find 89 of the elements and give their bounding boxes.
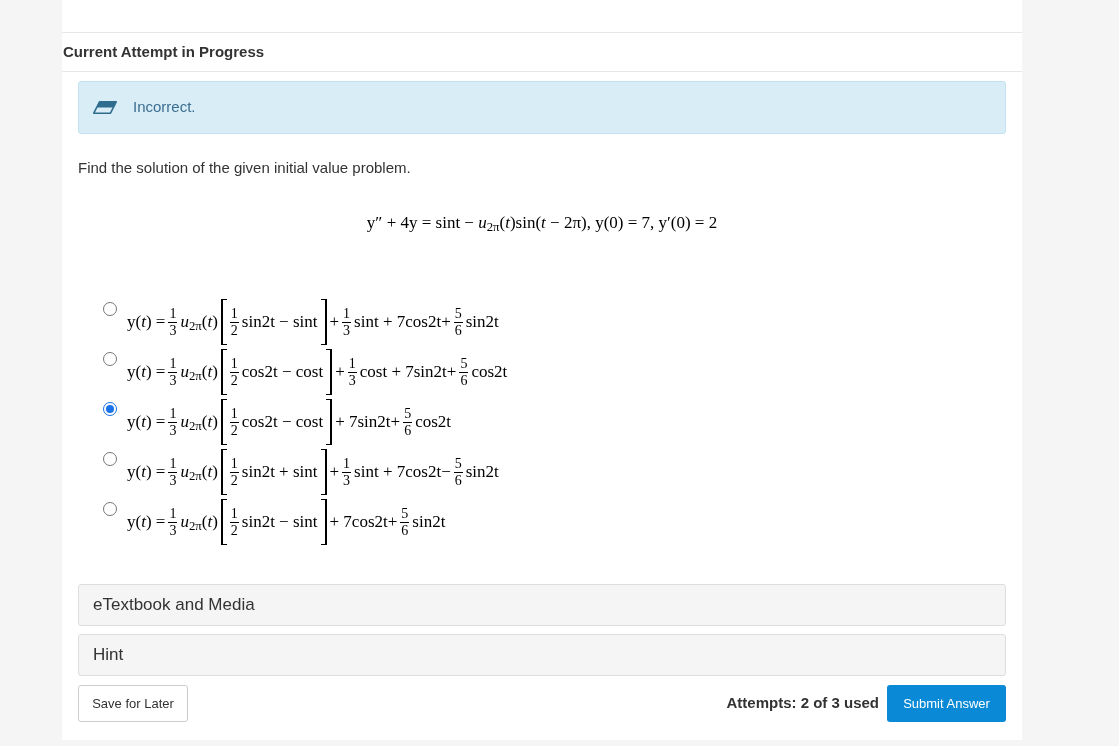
math-term: sin2t + sint: [241, 461, 318, 484]
math-term: cost + 7sin2t+: [359, 361, 457, 384]
attempts-count: Attempts: 2 of 3 used: [726, 693, 879, 714]
fraction-denominator: 3: [343, 322, 351, 338]
fraction-numerator: 1: [229, 406, 239, 423]
fraction-denominator: 2: [230, 422, 238, 438]
math-term: cos2t − cost: [241, 361, 324, 384]
math-term: sint + 7cos2t+: [354, 311, 451, 334]
math-term: sin2t: [412, 511, 446, 534]
fraction-denominator: 3: [169, 422, 177, 438]
math-term: +: [329, 311, 340, 334]
fraction-numerator: 1: [229, 356, 239, 373]
math-term: + 7sin2t+: [335, 411, 401, 434]
fraction-denominator: 6: [454, 322, 462, 338]
math-term: u$_{2π}$(t): [180, 461, 218, 485]
close-bracket-icon: [320, 299, 327, 345]
math-term: sin2t: [465, 461, 499, 484]
fraction-numerator: 1: [168, 456, 178, 473]
math-term: sin2t − sint: [241, 511, 318, 534]
fraction-denominator: 2: [230, 372, 238, 388]
math-term: sin2t: [465, 311, 499, 334]
fraction-numerator: 1: [168, 356, 178, 373]
open-bracket-icon: [220, 299, 227, 345]
fraction-numerator: 1: [168, 306, 178, 323]
fraction-numerator: 1: [347, 356, 357, 373]
fraction-numerator: 1: [229, 306, 239, 323]
open-bracket-icon: [220, 349, 227, 395]
fraction-denominator: 3: [169, 322, 177, 338]
fraction-denominator: 3: [169, 372, 177, 388]
close-bracket-icon: [320, 449, 327, 495]
submit-answer-button[interactable]: Submit Answer: [887, 685, 1006, 722]
fraction-denominator: 6: [454, 472, 462, 488]
fraction-denominator: 6: [401, 522, 409, 538]
fraction-denominator: 6: [460, 372, 468, 388]
close-bracket-icon: [320, 499, 327, 545]
math-term: u$_{2π}$(t): [180, 361, 218, 385]
eraser-icon: [93, 101, 117, 114]
fraction-denominator: 3: [169, 522, 177, 538]
fraction-numerator: 1: [229, 456, 239, 473]
radio-button[interactable]: [103, 452, 117, 466]
math-term: y(t) =: [127, 461, 166, 484]
open-bracket-icon: [220, 499, 227, 545]
fraction-numerator: 1: [229, 506, 239, 523]
math-term: cos2t − cost: [241, 411, 324, 434]
math-term: y(t) =: [127, 411, 166, 434]
fraction-denominator: 3: [343, 472, 351, 488]
fraction-numerator: 5: [459, 356, 469, 373]
math-term: +: [335, 361, 345, 384]
accordion-header[interactable]: Hint: [78, 634, 1006, 676]
fraction-denominator: 2: [230, 322, 238, 338]
fraction-numerator: 5: [400, 506, 410, 523]
math-term: cos2t: [415, 411, 452, 434]
math-term: + 7cos2t+: [329, 511, 398, 534]
fraction-denominator: 2: [230, 522, 238, 538]
fraction-denominator: 6: [404, 422, 412, 438]
math-term: y(t) =: [127, 511, 166, 534]
math-term: u$_{2π}$(t): [180, 411, 218, 435]
close-bracket-icon: [326, 349, 333, 395]
math-term: y(t) =: [127, 361, 166, 384]
math-term: +: [329, 461, 340, 484]
math-term: cos2t: [471, 361, 508, 384]
fraction-numerator: 5: [403, 406, 413, 423]
fraction-numerator: 1: [168, 406, 178, 423]
section-heading: Current Attempt in Progress: [63, 41, 265, 62]
open-bracket-icon: [220, 399, 227, 445]
radio-button[interactable]: [103, 352, 117, 366]
feedback-text: Incorrect.: [133, 97, 196, 118]
save-for-later-button[interactable]: Save for Later: [78, 685, 188, 722]
fraction-numerator: 1: [342, 306, 352, 323]
math-term: y(t) =: [127, 311, 166, 334]
question-text: Find the solution of the given initial value problem.: [78, 158, 412, 178]
accordion-header[interactable]: eTextbook and Media: [78, 584, 1006, 626]
radio-button[interactable]: [103, 402, 117, 416]
fraction-numerator: 5: [453, 306, 463, 323]
math-term: sint + 7cos2t−: [354, 461, 451, 484]
fraction-numerator: 1: [168, 506, 178, 523]
math-term: u$_{2π}$(t): [180, 511, 218, 535]
equation: y″ + 4y = sint − u$_{2π}$(t)sin(t − 2π), y(0) = 7, y′(0) = 2: [366, 212, 718, 235]
fraction-numerator: 5: [453, 456, 463, 473]
radio-button[interactable]: [103, 502, 117, 516]
fraction-denominator: 3: [348, 372, 356, 388]
fraction-denominator: 3: [169, 472, 177, 488]
close-bracket-icon: [326, 399, 333, 445]
fraction-numerator: 1: [342, 456, 352, 473]
math-term: sin2t − sint: [241, 311, 318, 334]
fraction-denominator: 2: [230, 472, 238, 488]
math-term: u$_{2π}$(t): [180, 311, 218, 335]
radio-button[interactable]: [103, 302, 117, 316]
open-bracket-icon: [220, 449, 227, 495]
